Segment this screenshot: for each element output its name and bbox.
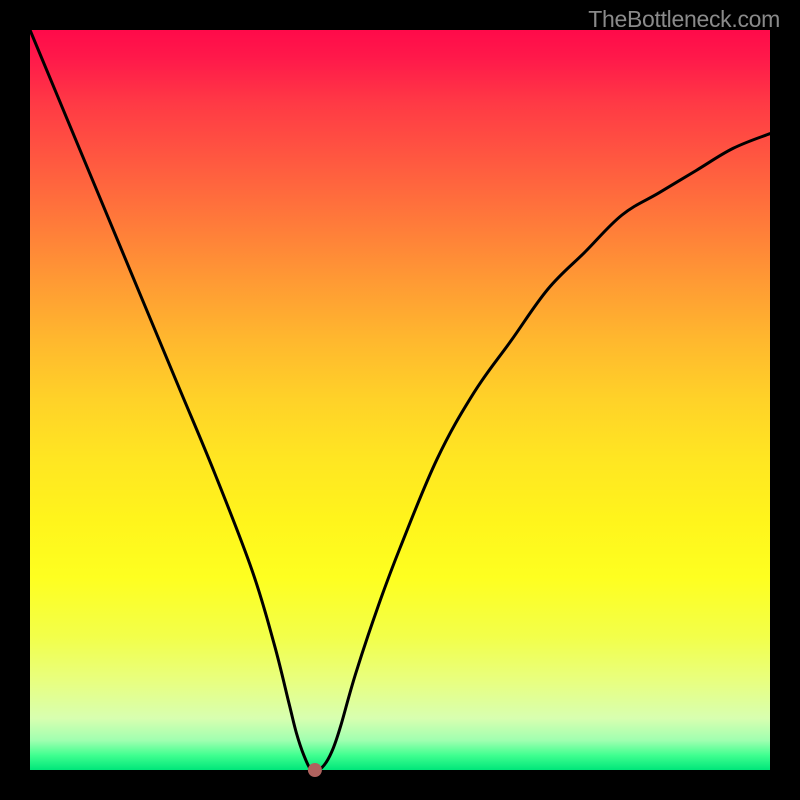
bottleneck-curve bbox=[30, 30, 770, 772]
watermark-text: TheBottleneck.com bbox=[588, 6, 780, 33]
plot-area bbox=[30, 30, 770, 770]
chart-svg bbox=[30, 30, 770, 770]
minimum-marker bbox=[308, 763, 322, 777]
chart-container: TheBottleneck.com bbox=[0, 0, 800, 800]
